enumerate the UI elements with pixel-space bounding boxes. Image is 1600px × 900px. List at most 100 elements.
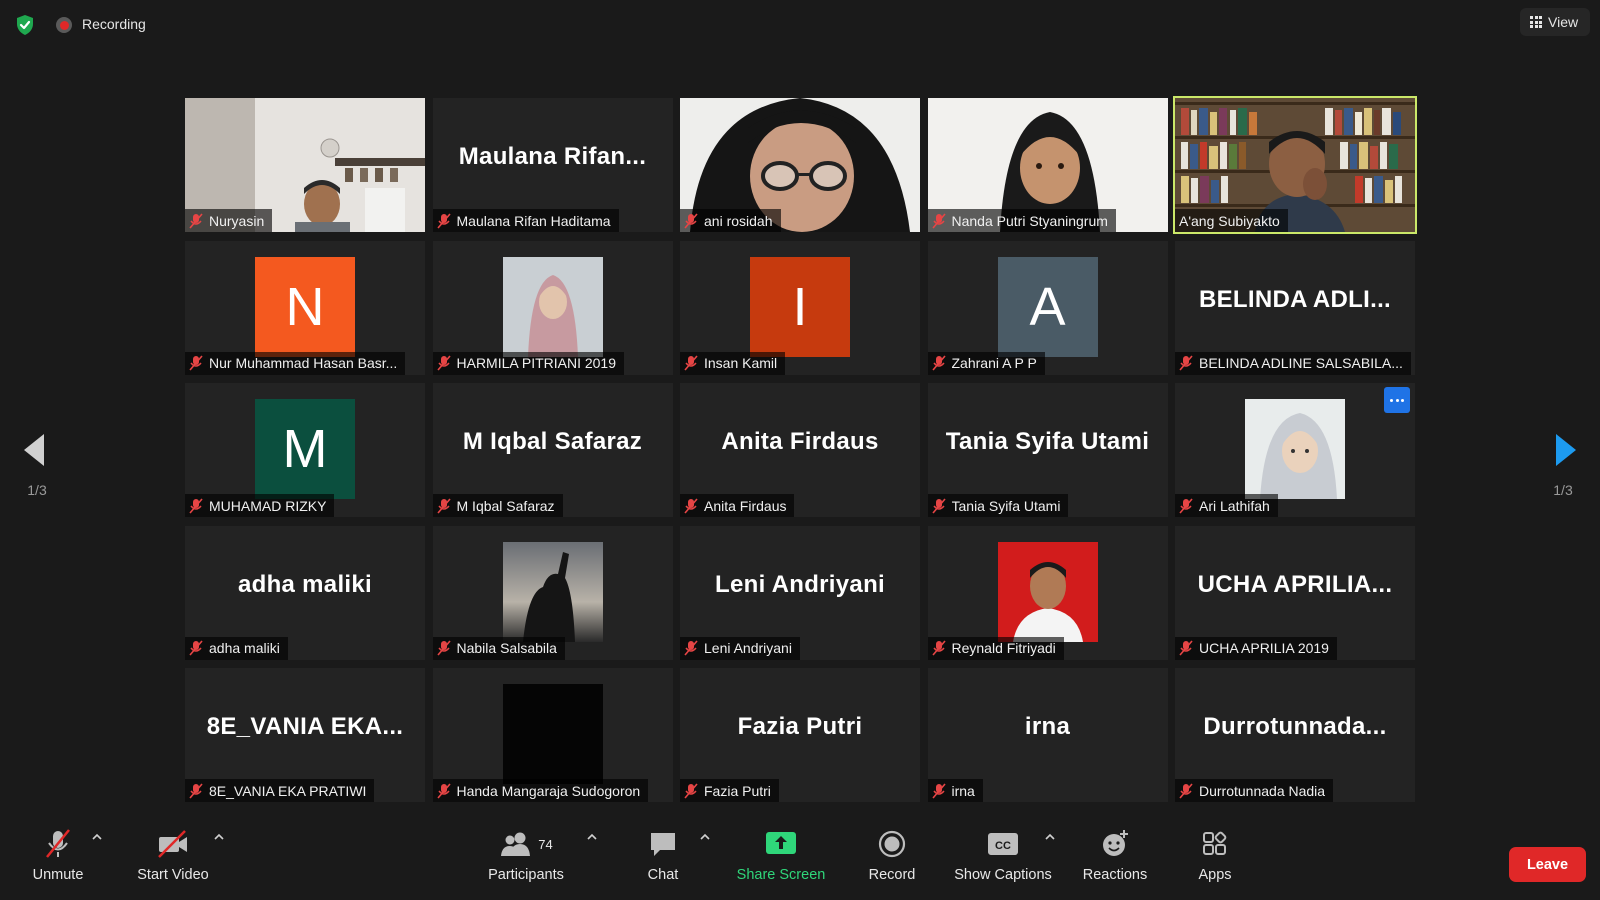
participant-avatar: N	[255, 256, 355, 357]
security-shield-icon[interactable]	[14, 14, 36, 36]
view-label: View	[1548, 14, 1579, 30]
participant-tile[interactable]: HARMILA PITRIANI 2019	[432, 240, 673, 375]
participant-tile[interactable]: UCHA APRILIA... UCHA APRILIA 2019	[1175, 525, 1415, 660]
participant-name: Maulana Rifan Haditama	[456, 212, 611, 229]
audio-options-chevron-icon[interactable]	[91, 832, 103, 842]
next-page-icon[interactable]	[1554, 432, 1578, 468]
participant-tile[interactable]: Reynald Fitriyadi	[927, 525, 1168, 660]
participant-tile[interactable]: irna irna	[927, 668, 1168, 802]
participant-profile-photo	[502, 256, 603, 357]
participant-name: UCHA APRILIA 2019	[1199, 640, 1329, 656]
participant-tile[interactable]: Leni Andriyani Leni Andriyani	[680, 525, 920, 660]
participant-display-name: UCHA APRILIA...	[1197, 570, 1393, 598]
participant-tile[interactable]: Nabila Salsabila	[432, 525, 673, 660]
participant-tile[interactable]: A Zahrani A P P	[927, 240, 1168, 375]
participant-tile[interactable]: ani rosidah	[680, 98, 920, 232]
participant-display-name: M Iqbal Safaraz	[462, 428, 643, 455]
video-camera-off-icon	[158, 830, 187, 858]
participant-profile-photo	[997, 541, 1098, 642]
chat-options-chevron-icon[interactable]	[699, 832, 711, 842]
grid-view-icon	[1530, 16, 1542, 28]
muted-mic-icon	[1179, 782, 1193, 799]
participant-tile-active-speaker[interactable]: A'ang Subiyakto	[1173, 96, 1417, 234]
muted-mic-icon	[436, 212, 451, 229]
video-options-chevron-icon[interactable]	[213, 832, 225, 842]
chat-label: Chat	[647, 867, 679, 883]
name-tag: Leni Andriyani	[680, 636, 800, 660]
participants-options-chevron-icon[interactable]	[586, 832, 598, 842]
participant-tile[interactable]: BELINDA ADLI... BELINDA ADLINE SALSABILA…	[1175, 240, 1415, 375]
name-tag: Fazia Putri	[680, 779, 779, 802]
participants-button[interactable]: 74 Participants	[482, 820, 570, 900]
name-tag: Durrotunnada Nadia	[1175, 779, 1334, 802]
participant-tile[interactable]: M Iqbal Safaraz M Iqbal Safaraz	[432, 383, 673, 517]
muted-mic-icon	[684, 497, 698, 514]
leave-meeting-button[interactable]: Leave	[1509, 847, 1586, 882]
reactions-label: Reactions	[1082, 867, 1148, 883]
more-options-button[interactable]	[1384, 387, 1410, 413]
participant-tile[interactable]: Maulana Rifan... Maulana Rifan Haditama	[432, 98, 673, 232]
share-screen-button[interactable]: Share Screen	[735, 820, 827, 900]
share-screen-icon	[766, 832, 796, 854]
participant-name: Leni Andriyani	[704, 640, 792, 656]
share-screen-label: Share Screen	[736, 867, 826, 883]
unmute-label: Unmute	[32, 867, 84, 883]
participant-display-name: Anita Firdaus	[721, 428, 879, 455]
reactions-emoji-icon	[1103, 830, 1128, 856]
record-button[interactable]: Record	[862, 820, 922, 900]
participant-tile[interactable]: 8E_VANIA EKA... 8E_VANIA EKA PRATIWI	[185, 668, 425, 802]
view-button[interactable]: View	[1520, 8, 1590, 36]
participant-tile[interactable]: Ari Lathifah	[1175, 383, 1415, 517]
participant-tile[interactable]: Durrotunnada... Durrotunnada Nadia	[1175, 668, 1415, 802]
reactions-button[interactable]: Reactions	[1080, 820, 1150, 900]
name-tag: Zahrani A P P	[927, 351, 1045, 375]
participants-icon	[501, 832, 531, 856]
participant-name: A'ang Subiyakto	[1179, 212, 1280, 229]
participant-avatar: M	[255, 399, 355, 499]
muted-mic-icon	[436, 355, 451, 371]
video-gallery: Nuryasin Maulana Rifan... Maulana Rifan …	[185, 96, 1417, 802]
name-tag: ani rosidah	[680, 209, 781, 232]
name-tag: Nur Muhammad Hasan Basr...	[185, 351, 406, 375]
name-tag: Ari Lathifah	[1175, 494, 1278, 517]
unmute-button[interactable]: Unmute	[24, 820, 92, 900]
name-tag: adha maliki	[185, 636, 288, 660]
participant-tile[interactable]: N Nur Muhammad Hasan Basr...	[185, 240, 425, 375]
muted-mic-icon	[931, 212, 946, 229]
muted-mic-icon	[684, 355, 698, 371]
participant-name: HARMILA PITRIANI 2019	[456, 355, 617, 371]
participant-tile[interactable]: M MUHAMAD RIZKY	[185, 383, 425, 517]
name-tag: Nuryasin	[185, 209, 273, 232]
participants-label: Participants	[488, 867, 564, 883]
participant-tile[interactable]: Nuryasin	[185, 98, 425, 232]
apps-button[interactable]: Apps	[1186, 820, 1244, 900]
participant-name: Ari Lathifah	[1199, 497, 1270, 514]
name-tag: Handa Mangaraja Sudogoron	[432, 779, 649, 802]
participant-tile[interactable]: I Insan Kamil	[680, 240, 920, 375]
participant-tile[interactable]: Nanda Putri Styaningrum	[927, 98, 1168, 232]
recording-indicator-icon	[56, 17, 72, 33]
participant-name: Anita Firdaus	[704, 497, 787, 514]
participant-name: M Iqbal Safaraz	[456, 497, 555, 514]
start-video-button[interactable]: Start Video	[128, 820, 218, 900]
participant-tile[interactable]: adha maliki adha maliki	[185, 525, 425, 660]
captions-options-chevron-icon[interactable]	[1044, 832, 1056, 842]
participant-avatar: A	[997, 256, 1098, 357]
participant-tile[interactable]: Anita Firdaus Anita Firdaus	[680, 383, 920, 517]
muted-mic-icon	[189, 212, 203, 229]
participant-tile[interactable]: Handa Mangaraja Sudogoron	[432, 668, 673, 802]
participant-name: Nabila Salsabila	[456, 640, 557, 656]
show-captions-button[interactable]: CC Show Captions	[950, 820, 1056, 900]
name-tag: 8E_VANIA EKA PRATIWI	[185, 779, 375, 802]
page-indicator-left: 1/3	[27, 482, 47, 498]
muted-mic-icon	[436, 497, 451, 514]
muted-mic-icon	[1179, 497, 1193, 514]
previous-page-icon[interactable]	[22, 432, 46, 468]
participant-name: Nur Muhammad Hasan Basr...	[209, 355, 398, 371]
participant-display-name: Durrotunnada...	[1203, 713, 1387, 740]
participant-tile[interactable]: Fazia Putri Fazia Putri	[680, 668, 920, 802]
participant-name: BELINDA ADLINE SALSABILA...	[1199, 355, 1403, 371]
participant-tile[interactable]: Tania Syifa Utami Tania Syifa Utami	[927, 383, 1168, 517]
chat-button[interactable]: Chat	[633, 820, 693, 900]
meeting-toolbar: Unmute Start Video 74 Participants Chat …	[0, 820, 1600, 900]
